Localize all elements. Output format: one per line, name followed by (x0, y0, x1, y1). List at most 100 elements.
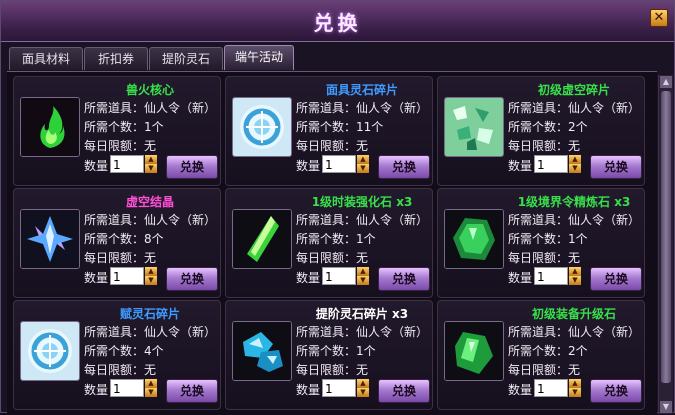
quantity-stepper[interactable]: ▲ ▼ (357, 379, 369, 397)
item-name: 兽火核心 (125, 83, 174, 97)
required-count-text: 所需个数：4个 (84, 344, 164, 358)
void-shards-icon[interactable] (444, 97, 504, 157)
quantity-input[interactable]: 1 (534, 267, 568, 285)
quantity-stepper[interactable]: ▲ ▼ (569, 155, 581, 173)
swirl-shard-icon[interactable] (20, 321, 80, 381)
stepper-down-icon[interactable]: ▼ (569, 276, 581, 285)
stepper-up-icon[interactable]: ▲ (569, 379, 581, 388)
required-item-text: 所需道具：仙人令（新） (508, 325, 641, 339)
exchange-button[interactable]: 兑换 (378, 379, 430, 403)
quantity-label: 数量 (84, 159, 109, 173)
required-item-text: 所需道具：仙人令（新） (84, 101, 217, 115)
required-item-text: 所需道具：仙人令（新） (296, 325, 429, 339)
quantity-stepper[interactable]: ▲ ▼ (569, 267, 581, 285)
stepper-down-icon[interactable]: ▼ (569, 388, 581, 397)
item-name: 1级境界令精炼石 x3 (517, 195, 631, 209)
tab-upgrade-stones[interactable]: 提阶灵石 (149, 47, 223, 70)
quantity-stepper[interactable]: ▲ ▼ (357, 267, 369, 285)
scrollbar[interactable]: ▲ ▼ (658, 75, 673, 414)
window-title: 兑换 (313, 11, 362, 35)
stepper-down-icon[interactable]: ▼ (357, 276, 369, 285)
stepper-up-icon[interactable]: ▲ (569, 267, 581, 276)
stepper-up-icon[interactable]: ▲ (357, 379, 369, 388)
swirl-shard-icon[interactable] (232, 97, 292, 157)
tab-dragon-boat-event[interactable]: 端午活动 (224, 45, 294, 70)
stepper-down-icon[interactable]: ▼ (145, 276, 157, 285)
required-item-text: 所需道具：仙人令（新） (296, 101, 429, 115)
close-icon[interactable]: ✕ (650, 9, 668, 27)
required-count-text: 所需个数：1个 (508, 232, 588, 246)
required-count-text: 所需个数：11个 (296, 120, 384, 134)
stepper-up-icon[interactable]: ▲ (357, 267, 369, 276)
stepper-down-icon[interactable]: ▼ (145, 164, 157, 173)
stepper-down-icon[interactable]: ▼ (569, 164, 581, 173)
item-name: 1级时装强化石 x3 (311, 195, 413, 209)
quantity-input[interactable]: 1 (322, 155, 356, 173)
required-count-text: 所需个数：2个 (508, 344, 588, 358)
exchange-item-card: 1级境界令精炼石 x3 所需道具：仙人令（新） 所需个数：1个 每日限额：无 数量 1 ▲ ▼… (437, 188, 645, 298)
exchange-button[interactable]: 兑换 (590, 155, 642, 179)
stepper-up-icon[interactable]: ▲ (569, 155, 581, 164)
stepper-down-icon[interactable]: ▼ (357, 388, 369, 397)
required-item-text: 所需道具：仙人令（新） (508, 213, 641, 227)
item-name: 初级虚空碎片 (537, 83, 610, 97)
exchange-button[interactable]: 兑换 (166, 155, 218, 179)
exchange-item-card: 面具灵石碎片所需道具：仙人令（新） 所需个数：11个 每日限额：无 数量 1 ▲ ▼ 兑换 (225, 76, 433, 186)
quantity-input[interactable]: 1 (534, 155, 568, 173)
exchange-button[interactable]: 兑换 (378, 155, 430, 179)
exchange-button[interactable]: 兑换 (590, 267, 642, 291)
stepper-up-icon[interactable]: ▲ (357, 155, 369, 164)
quantity-input[interactable]: 1 (534, 379, 568, 397)
quantity-input[interactable]: 1 (322, 267, 356, 285)
quantity-input[interactable]: 1 (110, 379, 144, 397)
daily-limit-text: 每日限额：无 (84, 139, 157, 153)
exchange-item-card: 提阶灵石碎片 x3 所需道具：仙人令（新） 所需个数：1个 每日限额：无 数量 1 ▲ ▼ 兑换 (225, 300, 433, 410)
daily-limit-text: 每日限额：无 (296, 363, 369, 377)
scroll-thumb[interactable] (661, 91, 671, 383)
quantity-label: 数量 (84, 383, 109, 397)
item-name: 面具灵石碎片 (325, 83, 398, 97)
quantity-label: 数量 (508, 271, 533, 285)
green-gem-icon[interactable] (444, 321, 504, 381)
item-name: 初级装备升级石 (531, 307, 616, 321)
green-crystal-icon[interactable] (232, 209, 292, 269)
quantity-stepper[interactable]: ▲ ▼ (569, 379, 581, 397)
exchange-button[interactable]: 兑换 (166, 267, 218, 291)
item-grid: 兽火核心 所需道具：仙人令（新） 所需个数：1个 每日限额：无 数量 1 ▲ ▼ 兑换 面具灵石碎… (7, 71, 657, 415)
daily-limit-text: 每日限额：无 (508, 139, 581, 153)
exchange-button[interactable]: 兑换 (166, 379, 218, 403)
quantity-stepper[interactable]: ▲ ▼ (357, 155, 369, 173)
stepper-down-icon[interactable]: ▼ (357, 164, 369, 173)
daily-limit-text: 每日限额：无 (296, 251, 369, 265)
required-count-text: 所需个数：2个 (508, 120, 588, 134)
exchange-item-card: 初级虚空碎片 所需道具：仙人令（新） 所需个数：2个 每日限额：无 数量 1 ▲ ▼ 兑换 (437, 76, 645, 186)
exchange-item-card: 兽火核心所需道具：仙人令（新） 所需个数：1个 每日限额：无 数量 1 ▲ ▼ 兑换 (13, 76, 221, 186)
scroll-down-icon[interactable]: ▼ (660, 401, 672, 413)
quantity-stepper[interactable]: ▲ ▼ (145, 379, 157, 397)
quantity-input[interactable]: 1 (110, 267, 144, 285)
item-name: 赋灵石碎片 (119, 307, 180, 321)
quantity-label: 数量 (296, 159, 321, 173)
stepper-up-icon[interactable]: ▲ (145, 155, 157, 164)
title-bar[interactable]: 兑换 ✕ (1, 1, 674, 42)
daily-limit-text: 每日限额：无 (296, 139, 369, 153)
tab-mask-materials[interactable]: 面具材料 (9, 47, 83, 70)
cyan-rock-icon[interactable] (232, 321, 292, 381)
exchange-button[interactable]: 兑换 (590, 379, 642, 403)
tab-discount-coupons[interactable]: 折扣券 (84, 47, 148, 70)
stepper-down-icon[interactable]: ▼ (145, 388, 157, 397)
quantity-label: 数量 (508, 159, 533, 173)
blue-crystal-icon[interactable] (20, 209, 80, 269)
emerald-stone-icon[interactable] (444, 209, 504, 269)
scroll-up-icon[interactable]: ▲ (660, 76, 672, 88)
quantity-stepper[interactable]: ▲ ▼ (145, 155, 157, 173)
required-count-text: 所需个数：1个 (84, 120, 164, 134)
quantity-input[interactable]: 1 (110, 155, 144, 173)
stepper-up-icon[interactable]: ▲ (145, 267, 157, 276)
required-count-text: 所需个数：1个 (296, 344, 376, 358)
stepper-up-icon[interactable]: ▲ (145, 379, 157, 388)
green-flame-icon[interactable] (20, 97, 80, 157)
exchange-button[interactable]: 兑换 (378, 267, 430, 291)
quantity-input[interactable]: 1 (322, 379, 356, 397)
quantity-stepper[interactable]: ▲ ▼ (145, 267, 157, 285)
